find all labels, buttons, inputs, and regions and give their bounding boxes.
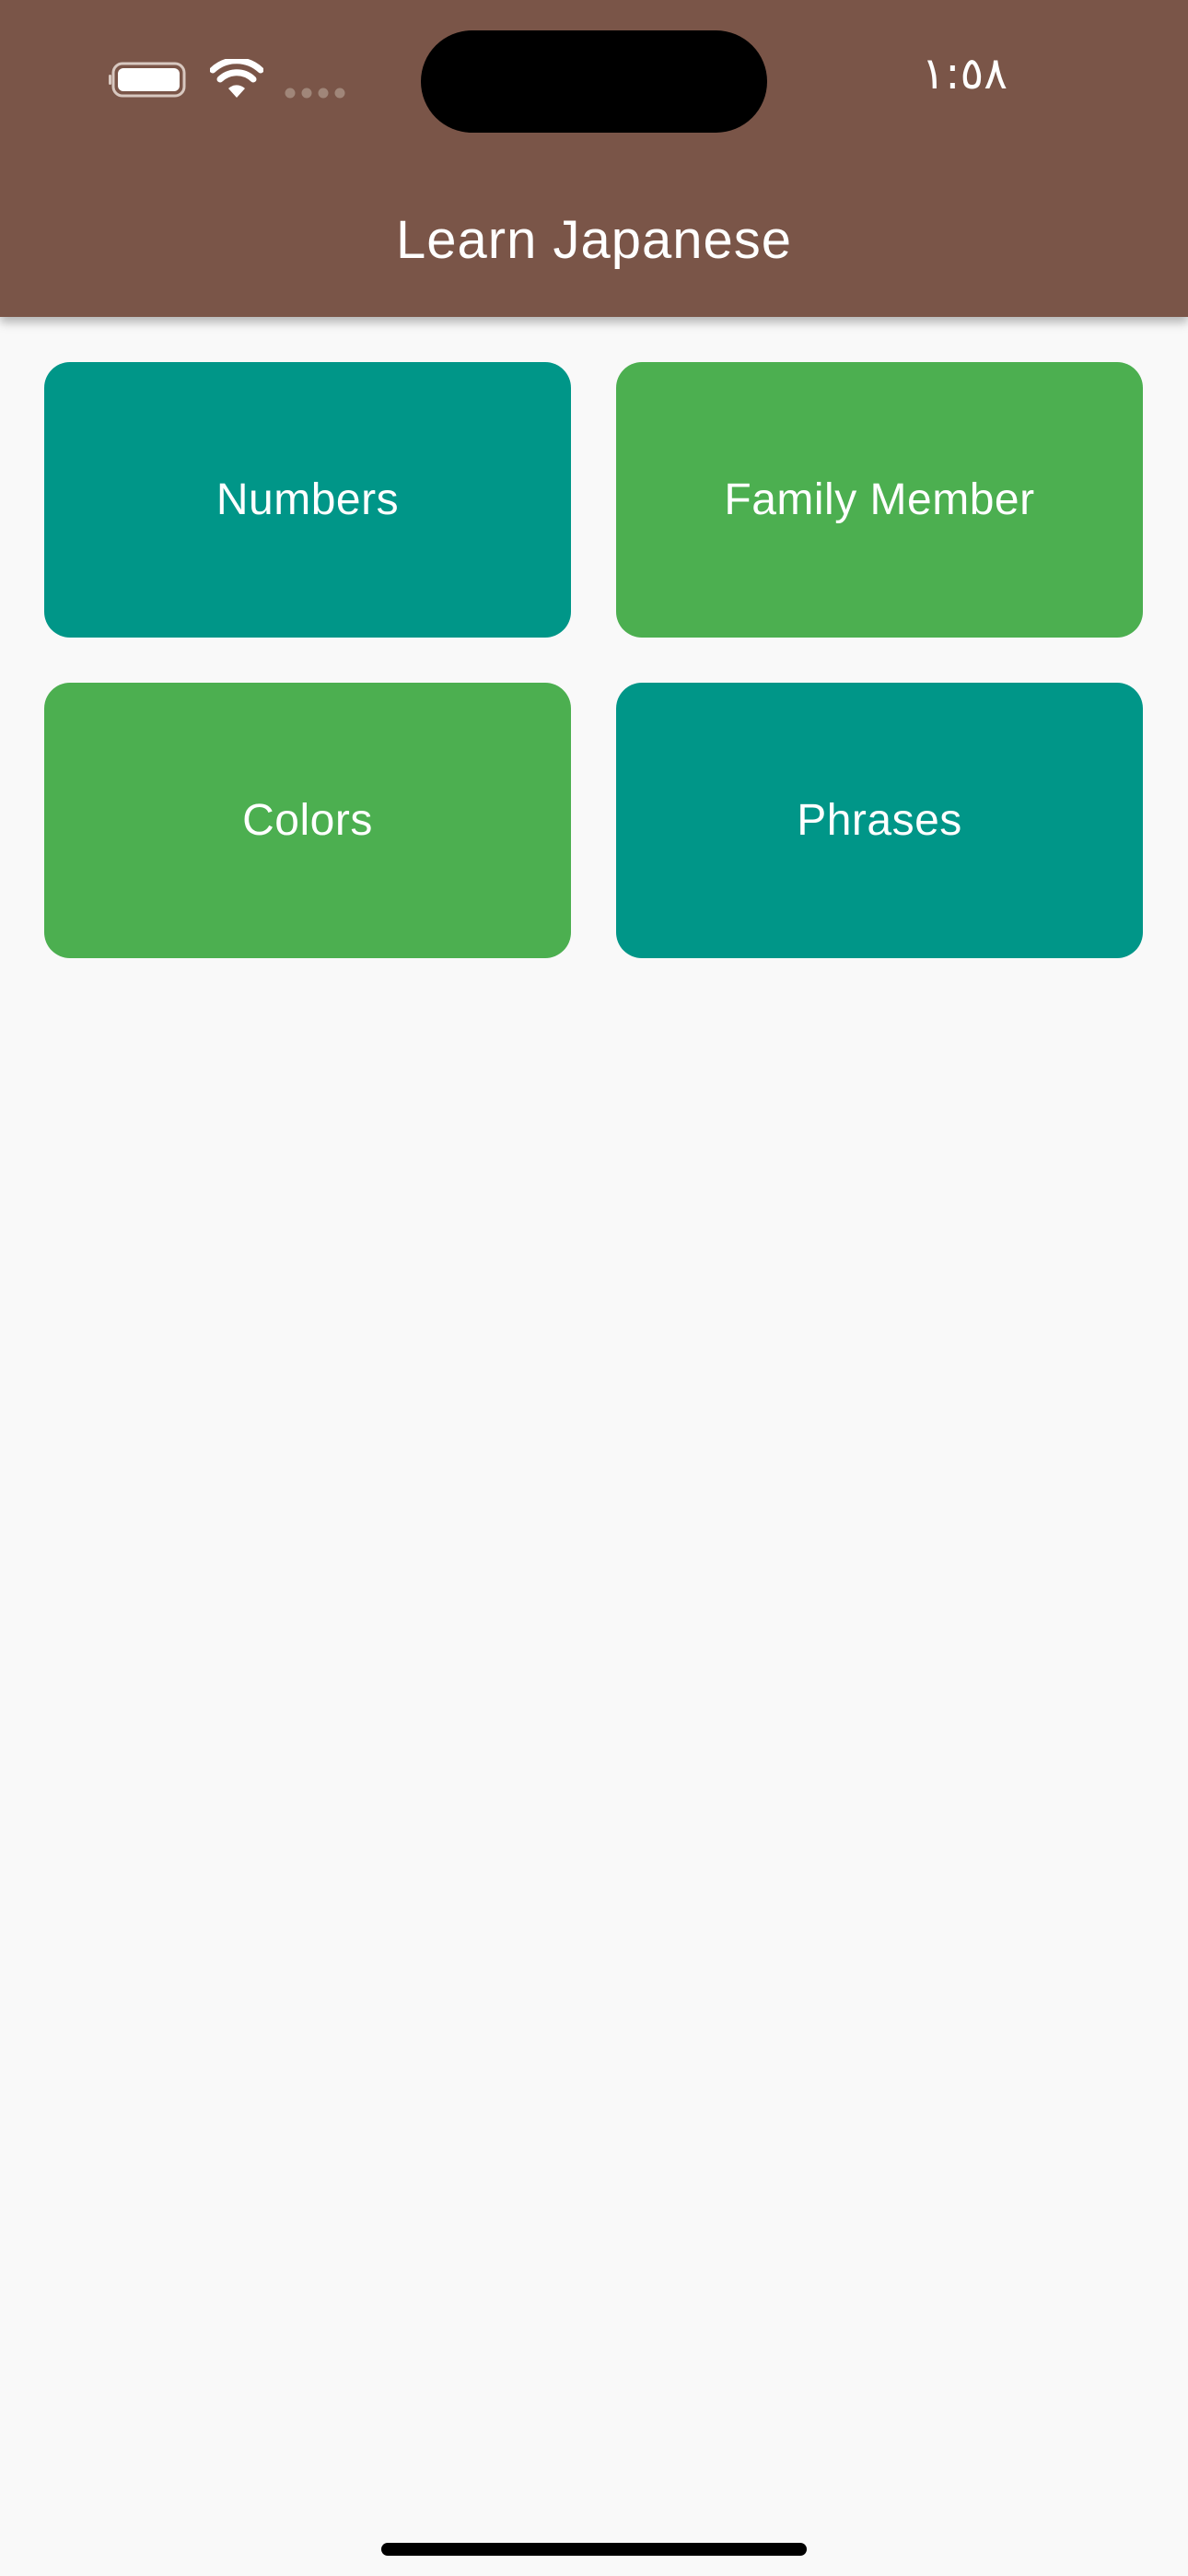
colors-button[interactable]: Colors — [44, 683, 571, 958]
app-bar: ١:٥٨ Learn Japanese — [0, 0, 1188, 317]
phrases-button[interactable]: Phrases — [616, 683, 1143, 958]
page-title: Learn Japanese — [396, 210, 792, 270]
cellular-signal-icon — [285, 88, 345, 99]
battery-icon — [109, 62, 186, 98]
home-indicator[interactable] — [381, 2543, 807, 2556]
numbers-button[interactable]: Numbers — [44, 362, 571, 638]
family-member-button[interactable]: Family Member — [616, 362, 1143, 638]
wifi-icon — [210, 59, 263, 98]
status-time: ١:٥٨ — [921, 48, 1007, 100]
dynamic-island — [421, 30, 767, 133]
